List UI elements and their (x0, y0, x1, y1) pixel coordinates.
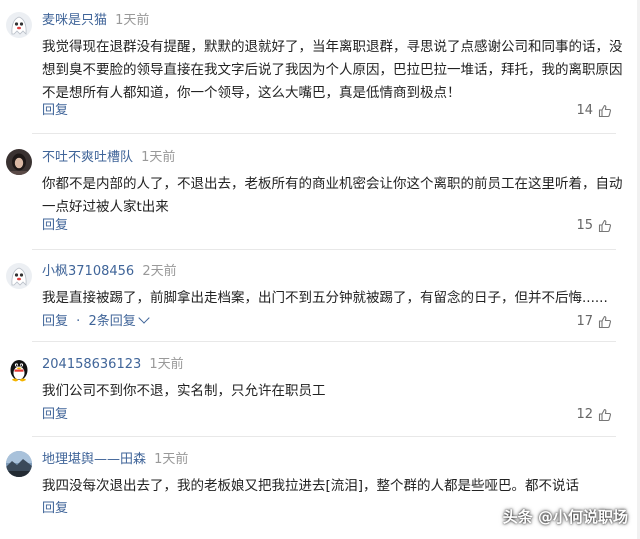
cartoon-ghost-avatar-icon (6, 12, 32, 38)
comment-username-line: 204158636123 1天前 (42, 356, 184, 374)
separator-dot: · (76, 314, 81, 329)
comment-content: 我觉得现在退群没有提醒，默默的退就好了，当年离职退群，寻思说了点感谢公司和同事的… (42, 39, 623, 101)
comment-time: 1天前 (115, 13, 150, 28)
cartoon-ghost-avatar-icon (6, 263, 32, 289)
comment-time: 1天前 (154, 452, 189, 467)
comment-divider (32, 249, 616, 250)
comment-content: 你都不是内部的人了，不退出去，老板所有的商业机密会让你这个离职的前员工在这里听着… (42, 176, 623, 215)
reply-button[interactable]: 回复 (42, 314, 68, 329)
user-avatar[interactable] (6, 263, 32, 289)
like-count: 15 (576, 218, 593, 233)
thumbs-up-icon (598, 315, 612, 329)
reply-button[interactable]: 回复 (42, 103, 68, 118)
comment-actions: 回复 (42, 217, 68, 235)
comment-item: 不吐不爽吐槽队 1天前 你都不是内部的人了，不退出去，老板所有的商业机密会让你这… (0, 143, 640, 243)
comment-content: 我是直接被踢了，前脚拿出走档案，出门不到五分钟就被踢了，有留念的日子，但并不后悔… (42, 290, 608, 306)
comment-username-line: 不吐不爽吐槽队 1天前 (42, 149, 175, 167)
user-avatar[interactable] (6, 451, 32, 477)
comment-content: 我们公司不到你不退，实名制，只允许在职员工 (42, 383, 326, 399)
like-count: 14 (576, 103, 593, 118)
like-button[interactable]: 14 (576, 102, 612, 120)
comment-time: 2天前 (142, 264, 177, 279)
comment-time: 1天前 (141, 150, 176, 165)
comment-username-line: 麦咪是只猫 1天前 (42, 12, 149, 30)
comment-content: 我四没每次退出去了，我的老板娘又把我拉进去[流泪]，整个群的人都是些哑巴。都不说… (42, 478, 580, 494)
comment-actions: 回复 (42, 102, 68, 120)
comment-divider (32, 341, 616, 342)
comment-list: 麦咪是只猫 1天前 我觉得现在退群没有提醒，默默的退就好了，当年离职退群，寻思说… (0, 0, 640, 539)
thumbs-up-icon (598, 219, 612, 233)
reply-button[interactable]: 回复 (42, 501, 68, 516)
comment-username[interactable]: 地理堪舆——田森 (42, 452, 146, 467)
penguin-avatar-icon (6, 356, 32, 382)
comment-username[interactable]: 麦咪是只猫 (42, 13, 107, 28)
reply-count: 2条回复 (88, 314, 136, 329)
comment-divider (32, 133, 616, 134)
thumbs-up-icon (598, 408, 612, 422)
like-count: 12 (576, 407, 593, 422)
reply-button[interactable]: 回复 (42, 218, 68, 233)
comment-time: 1天前 (149, 357, 184, 372)
comment-username[interactable]: 不吐不爽吐槽队 (42, 150, 133, 165)
reply-button[interactable]: 回复 (42, 407, 68, 422)
like-count: 17 (576, 314, 593, 329)
user-avatar[interactable] (6, 356, 32, 382)
comment-username-line: 地理堪舆——田森 1天前 (42, 451, 188, 469)
like-button[interactable]: 12 (576, 406, 612, 424)
like-button[interactable]: 17 (576, 313, 612, 331)
comment-item: 204158636123 1天前 我们公司不到你不退，实名制，只允许在职员工 回… (0, 350, 640, 435)
comment-item: 小枫37108456 2天前 我是直接被踢了，前脚拿出走档案，出门不到五分钟就被… (0, 257, 640, 342)
comment-username[interactable]: 204158636123 (42, 357, 141, 372)
comment-divider (32, 436, 616, 437)
comment-username[interactable]: 小枫37108456 (42, 264, 134, 279)
user-avatar[interactable] (6, 12, 32, 38)
comment-actions: 回复 (42, 406, 68, 424)
user-avatar[interactable] (6, 149, 32, 175)
girl-photo-avatar-icon (6, 149, 32, 175)
comment-username-line: 小枫37108456 2天前 (42, 263, 177, 281)
thumbs-up-icon (598, 104, 612, 118)
source-watermark: 头条 @小何说职场 (502, 508, 628, 526)
comment-item: 麦咪是只猫 1天前 我觉得现在退群没有提醒，默默的退就好了，当年离职退群，寻思说… (0, 6, 640, 126)
like-button[interactable]: 15 (576, 217, 612, 235)
comment-actions: 回复 · 2条回复 (42, 312, 150, 331)
landscape-photo-avatar-icon (6, 451, 32, 477)
comment-actions: 回复 (42, 500, 68, 518)
chevron-down-icon (138, 312, 150, 324)
view-replies-button[interactable]: 2条回复 (88, 312, 150, 329)
